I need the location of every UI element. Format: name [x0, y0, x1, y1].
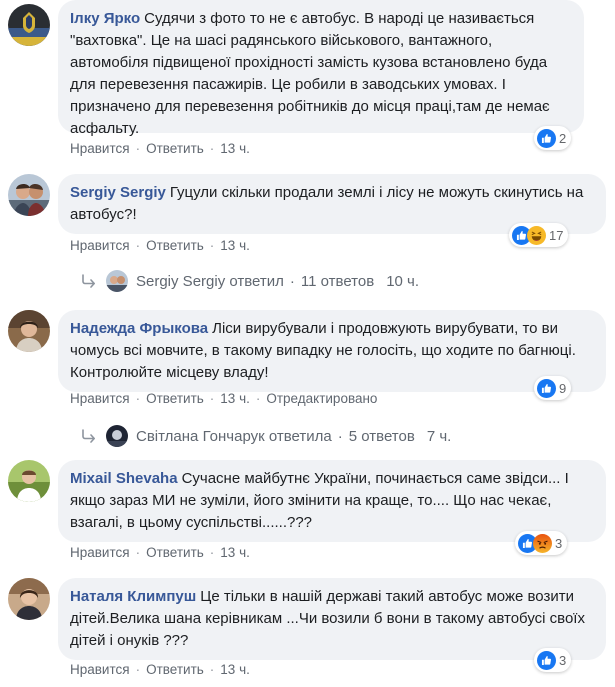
- like-action[interactable]: Нравится: [70, 141, 130, 156]
- reaction-count: 17: [549, 227, 564, 243]
- separator-dot: ·: [209, 545, 215, 560]
- replies-time: 7 ч.: [426, 427, 452, 445]
- comment-actions: Нравится · Ответить · 13 ч. · Отредактир…: [70, 391, 377, 406]
- separator-dot: ·: [135, 391, 141, 406]
- comment-actions: Нравится · Ответить · 13 ч.: [70, 141, 250, 156]
- replies-count-link[interactable]: 5 ответов: [349, 428, 415, 445]
- avatar-man-photo-icon: [8, 460, 50, 502]
- reply-avatar: [106, 270, 128, 292]
- separator-dot: ·: [255, 391, 261, 406]
- avatar[interactable]: [8, 310, 50, 352]
- reaction-summary[interactable]: 2: [534, 126, 572, 150]
- reaction-summary[interactable]: 17: [509, 223, 569, 247]
- replies-count-link[interactable]: 11 ответов: [301, 273, 374, 290]
- timestamp[interactable]: 13 ч.: [220, 391, 250, 406]
- reaction-summary[interactable]: 3: [515, 531, 568, 555]
- comment-bubble: Надежда Фрыкова Ліси вирубували і продовж…: [58, 310, 606, 392]
- avatar-couple-photo-icon: [8, 174, 50, 216]
- reaction-summary[interactable]: 3: [534, 648, 572, 672]
- reply-action[interactable]: Ответить: [146, 662, 204, 677]
- reaction-count: 2: [559, 130, 567, 146]
- timestamp[interactable]: 13 ч.: [220, 662, 250, 677]
- separator-dot: ·: [337, 427, 343, 445]
- like-icon: [537, 129, 556, 148]
- reply-avatar: [106, 425, 128, 447]
- separator-dot: ·: [209, 662, 215, 677]
- avatar[interactable]: [8, 460, 50, 502]
- like-icon: [537, 379, 556, 398]
- replies-author-label[interactable]: Світлана Гончарук ответила: [136, 428, 332, 445]
- comment-actions: Нравится · Ответить · 13 ч.: [70, 545, 250, 560]
- separator-dot: ·: [209, 391, 215, 406]
- timestamp[interactable]: 13 ч.: [220, 545, 250, 560]
- timestamp[interactable]: 13 ч.: [220, 238, 250, 253]
- haha-icon: [527, 226, 546, 245]
- separator-dot: ·: [135, 141, 141, 156]
- angry-icon: [533, 534, 552, 553]
- separator-dot: ·: [135, 662, 141, 677]
- reply-arrow-icon: [80, 427, 98, 445]
- comment-actions: Нравится · Ответить · 13 ч.: [70, 238, 250, 253]
- reply-action[interactable]: Ответить: [146, 238, 204, 253]
- reaction-count: 3: [555, 535, 563, 551]
- reaction-summary[interactable]: 9: [534, 376, 572, 400]
- replies-summary[interactable]: Світлана Гончарук ответила · 5 ответов 7…: [80, 425, 451, 447]
- comment-text: Судячи з фото то не є автобус. В народі …: [70, 10, 550, 137]
- replies-time: 10 ч.: [386, 272, 420, 290]
- avatar[interactable]: [8, 578, 50, 620]
- like-action[interactable]: Нравится: [70, 238, 130, 253]
- comment-author-link[interactable]: Sergiy Sergiy: [70, 184, 166, 201]
- avatar-woman-photo-icon: [8, 310, 50, 352]
- avatar-woman-photo-icon: [8, 578, 50, 620]
- reply-arrow-icon: [80, 272, 98, 290]
- replies-author-label[interactable]: Sergiy Sergiy ответил: [136, 273, 284, 290]
- avatar[interactable]: [8, 174, 50, 216]
- reply-action[interactable]: Ответить: [146, 141, 204, 156]
- separator-dot: ·: [289, 272, 295, 290]
- comment-author-link[interactable]: Надежда Фрыкова: [70, 320, 208, 337]
- avatar[interactable]: [8, 4, 50, 46]
- like-icon: [537, 651, 556, 670]
- reaction-count: 9: [559, 380, 567, 396]
- like-action[interactable]: Нравится: [70, 662, 130, 677]
- reply-action[interactable]: Ответить: [146, 391, 204, 406]
- separator-dot: ·: [209, 238, 215, 253]
- comment-bubble: Mixail Shevaha Сучасне майбутнє України, …: [58, 460, 606, 542]
- comment-author-link[interactable]: Mixail Shevaha: [70, 470, 178, 487]
- comment-author-link[interactable]: Наталя Климпуш: [70, 588, 196, 605]
- separator-dot: ·: [135, 545, 141, 560]
- replies-summary[interactable]: Sergiy Sergiy ответил · 11 ответов 10 ч.: [80, 270, 419, 292]
- edited-label[interactable]: Отредактировано: [266, 391, 377, 406]
- reply-action[interactable]: Ответить: [146, 545, 204, 560]
- like-action[interactable]: Нравится: [70, 545, 130, 560]
- like-action[interactable]: Нравится: [70, 391, 130, 406]
- reaction-count: 3: [559, 652, 567, 668]
- separator-dot: ·: [135, 238, 141, 253]
- comment-author-link[interactable]: Ілку Ярко: [70, 10, 140, 27]
- comment-actions: Нравится · Ответить · 13 ч.: [70, 662, 250, 677]
- avatar-coat-of-arms-icon: [8, 4, 50, 46]
- separator-dot: ·: [209, 141, 215, 156]
- comment-bubble: Наталя Климпуш Це тільки в нашій державі …: [58, 578, 606, 660]
- comment-bubble: Ілку Ярко Судячи з фото то не є автобус. …: [58, 0, 584, 137]
- timestamp[interactable]: 13 ч.: [220, 141, 250, 156]
